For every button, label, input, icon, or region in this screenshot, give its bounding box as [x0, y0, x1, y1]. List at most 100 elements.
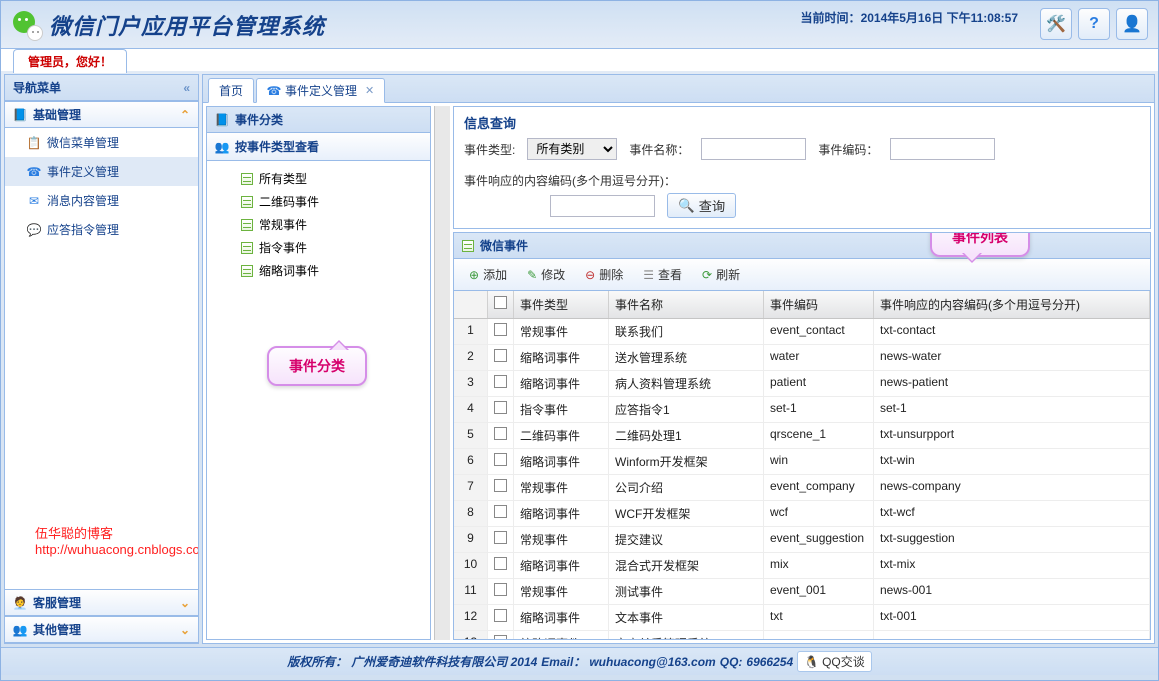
- nav-title: 导航菜单: [13, 79, 61, 96]
- delete-button[interactable]: ⊖删除: [576, 262, 632, 287]
- tools-button[interactable]: 🛠️: [1040, 8, 1072, 40]
- row-checkbox[interactable]: [494, 609, 507, 622]
- delete-icon: ⊖: [585, 268, 595, 282]
- chevron-up-icon: ⌃: [180, 108, 190, 122]
- other-icon: 👥: [13, 623, 27, 637]
- tree-item-abbrev[interactable]: 缩略词事件: [211, 259, 426, 282]
- help-button[interactable]: ?: [1078, 8, 1110, 40]
- resp-input[interactable]: [550, 195, 655, 217]
- name-label: 事件名称：: [629, 141, 689, 158]
- wrench-icon: 🛠️: [1046, 14, 1066, 34]
- table-row[interactable]: 8缩略词事件WCF开发框架wcftxt-wcf: [454, 501, 1150, 527]
- sidebar-item-response-command[interactable]: 💬应答指令管理: [5, 215, 198, 244]
- app-title: 微信门户应用平台管理系统: [49, 9, 325, 41]
- wechat-logo-icon: [11, 9, 43, 41]
- grid-header: 事件类型 事件名称 事件编码 事件响应的内容编码(多个用逗号分开): [454, 291, 1150, 319]
- table-row[interactable]: 11常规事件测试事件event_001news-001: [454, 579, 1150, 605]
- close-icon[interactable]: ✕: [365, 84, 374, 97]
- name-input[interactable]: [701, 138, 806, 160]
- table-row[interactable]: 7常规事件公司介绍event_companynews-company: [454, 475, 1150, 501]
- row-checkbox[interactable]: [494, 505, 507, 518]
- edit-button[interactable]: ✎修改: [518, 262, 574, 287]
- edit-icon: ✎: [527, 268, 537, 282]
- scrollbar[interactable]: [434, 106, 450, 640]
- sidebar-item-wechat-menu[interactable]: 📋微信菜单管理: [5, 128, 198, 157]
- nav-panel-header: 导航菜单 «: [5, 75, 198, 101]
- search-button[interactable]: 🔍查询: [667, 193, 736, 218]
- admin-greeting-tab: 管理员，您好！: [13, 49, 127, 73]
- group-icon: 👥: [215, 140, 229, 154]
- grid-title: 微信事件: [454, 233, 1150, 259]
- table-row[interactable]: 13缩略词事件客户关系管理系统crmnews-crm: [454, 631, 1150, 639]
- folder-icon: 📘: [13, 108, 27, 122]
- footer: 版权所有： 广州爱奇迪软件科技有限公司 2014 Email： wuhuacon…: [1, 647, 1158, 675]
- code-input[interactable]: [890, 138, 995, 160]
- nav-group-basic[interactable]: 📘基础管理 ⌃: [5, 101, 198, 128]
- tree-panel-header: 📘事件分类: [207, 107, 430, 133]
- chevron-down-icon: ⌄: [180, 596, 190, 610]
- table-row[interactable]: 5二维码事件二维码处理1qrscene_1txt-unsurpport: [454, 423, 1150, 449]
- table-row[interactable]: 3缩略词事件病人资料管理系统patientnews-patient: [454, 371, 1150, 397]
- command-icon: 💬: [27, 223, 41, 237]
- tree-item-command[interactable]: 指令事件: [211, 236, 426, 259]
- email-link[interactable]: wuhuacong@163.com: [589, 655, 715, 669]
- list-icon: [241, 265, 253, 277]
- resp-label: 事件响应的内容编码(多个用逗号分开)：: [464, 172, 676, 189]
- list-icon: [241, 196, 253, 208]
- row-checkbox[interactable]: [494, 531, 507, 544]
- table-row[interactable]: 12缩略词事件文本事件txttxt-001: [454, 605, 1150, 631]
- event-icon: ☎: [267, 84, 281, 98]
- service-icon: 🧑‍💼: [13, 596, 27, 610]
- tree-item-normal[interactable]: 常规事件: [211, 213, 426, 236]
- row-checkbox[interactable]: [494, 557, 507, 570]
- row-checkbox[interactable]: [494, 635, 507, 639]
- collapse-left-icon[interactable]: «: [183, 81, 190, 95]
- tab-event-define[interactable]: ☎事件定义管理✕: [256, 78, 385, 103]
- table-row[interactable]: 10缩略词事件混合式开发框架mixtxt-mix: [454, 553, 1150, 579]
- type-label: 事件类型:: [464, 141, 515, 158]
- current-time: 当前时间：2014年5月16日 下午11:08:57: [801, 9, 1018, 26]
- user-button[interactable]: 👤: [1116, 8, 1148, 40]
- tab-home[interactable]: 首页: [208, 78, 254, 103]
- view-button[interactable]: ☰查看: [634, 262, 691, 287]
- refresh-button[interactable]: ⟳刷新: [693, 262, 749, 287]
- row-checkbox[interactable]: [494, 375, 507, 388]
- callout-list: 事件列表: [930, 232, 1030, 257]
- table-row[interactable]: 2缩略词事件送水管理系统waternews-water: [454, 345, 1150, 371]
- nav-group-other[interactable]: 👥其他管理 ⌄: [5, 616, 198, 643]
- sidebar-item-message-content[interactable]: ✉消息内容管理: [5, 186, 198, 215]
- tree-item-all[interactable]: 所有类型: [211, 167, 426, 190]
- help-icon: ?: [1089, 15, 1099, 33]
- table-row[interactable]: 1常规事件联系我们event_contacttxt-contact: [454, 319, 1150, 345]
- row-checkbox[interactable]: [494, 479, 507, 492]
- qq-icon: 🐧: [804, 655, 819, 669]
- search-icon: 🔍: [678, 198, 695, 214]
- grid-body[interactable]: 1常规事件联系我们event_contacttxt-contact2缩略词事件送…: [454, 319, 1150, 639]
- tree-group-header: 👥按事件类型查看: [207, 133, 430, 161]
- row-checkbox[interactable]: [494, 427, 507, 440]
- table-row[interactable]: 9常规事件提交建议event_suggestiontxt-suggestion: [454, 527, 1150, 553]
- code-label: 事件编码：: [818, 141, 878, 158]
- list-icon: [241, 173, 253, 185]
- type-select[interactable]: 所有类别: [527, 138, 617, 160]
- message-icon: ✉: [27, 194, 41, 208]
- add-button[interactable]: ⊕添加: [460, 262, 516, 287]
- view-icon: ☰: [643, 268, 654, 282]
- search-title: 信息查询: [464, 113, 1140, 132]
- row-checkbox[interactable]: [494, 323, 507, 336]
- add-icon: ⊕: [469, 268, 479, 282]
- qq-chat-button[interactable]: 🐧QQ交谈: [797, 651, 872, 672]
- table-row[interactable]: 4指令事件应答指令1set-1set-1: [454, 397, 1150, 423]
- table-row[interactable]: 6缩略词事件Winform开发框架wintxt-win: [454, 449, 1150, 475]
- row-checkbox[interactable]: [494, 349, 507, 362]
- menu-icon: 📋: [27, 136, 41, 150]
- check-all[interactable]: [494, 296, 507, 309]
- sidebar-item-event-define[interactable]: ☎事件定义管理: [5, 157, 198, 186]
- row-checkbox[interactable]: [494, 453, 507, 466]
- row-checkbox[interactable]: [494, 583, 507, 596]
- list-icon: [241, 219, 253, 231]
- list-icon: [462, 240, 474, 252]
- row-checkbox[interactable]: [494, 401, 507, 414]
- tree-item-qrcode[interactable]: 二维码事件: [211, 190, 426, 213]
- nav-group-customer-service[interactable]: 🧑‍💼客服管理 ⌄: [5, 589, 198, 616]
